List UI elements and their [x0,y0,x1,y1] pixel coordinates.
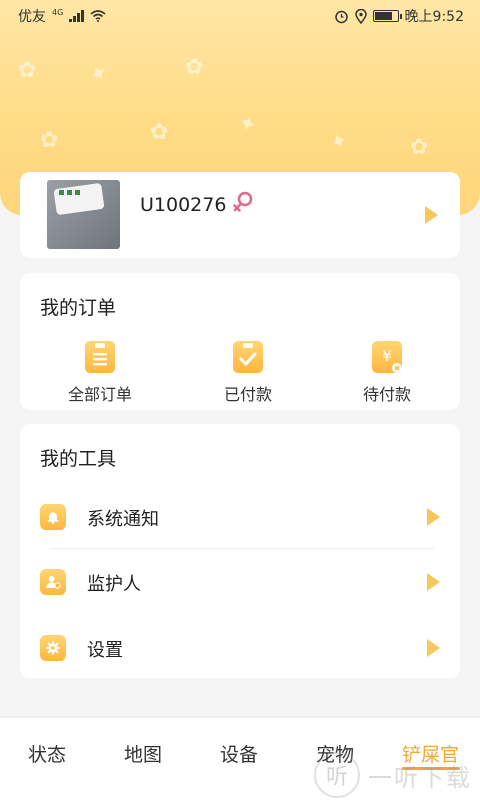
order-paid-button[interactable]: 已付款 [188,341,308,405]
paw-decoration-icon: ✿ [185,55,204,80]
order-all-button[interactable]: 全部订单 [40,341,160,405]
chevron-right-icon [427,573,440,591]
status-bar: 优友 4G 晚上9:52 [0,0,480,32]
nav-tab-status[interactable]: 状态 [28,740,66,767]
bone-decoration-icon: ✦ [234,109,261,140]
chevron-right-icon [427,508,440,526]
chevron-right-icon[interactable] [425,206,438,224]
tool-label-notifications: 系统通知 [87,509,159,530]
clipboard-check-icon [233,341,263,373]
gear-icon [40,635,66,661]
bone-decoration-icon: ✦ [84,59,114,90]
clock-time: 晚上9:52 [404,9,464,25]
alarm-icon [334,10,348,23]
location-icon [354,8,367,24]
user-id: U100276 [140,194,227,216]
row-divider [50,548,434,549]
profile-card[interactable]: U100276 [20,172,460,258]
battery-icon [372,10,402,22]
carrier-name: 优友 [18,9,46,25]
tool-label-guardian: 监护人 [87,574,141,595]
female-icon [233,191,253,212]
orders-card: 我的订单 全部订单 已付款 ¥ 待付款 [20,273,460,410]
watermark-logo: 听 [314,752,360,798]
order-pending-label: 待付款 [362,385,411,404]
tools-card: 我的工具 系统通知 监护人 设置 [20,424,460,678]
tool-row-guardian[interactable]: 监护人 [20,552,460,612]
watermark: 听 一听下载 [314,752,472,798]
signal-icon [69,10,85,22]
network-type: 4G [52,7,64,17]
tools-title: 我的工具 [40,448,117,470]
tool-row-notifications[interactable]: 系统通知 [20,487,460,547]
device-photo [47,180,120,249]
clipboard-list-icon [85,341,115,373]
yuan-pending-icon: ¥ [372,341,402,373]
guardian-icon [40,569,66,595]
wifi-icon [90,10,106,22]
chevron-right-icon [427,639,440,657]
order-paid-label: 已付款 [223,385,272,404]
tool-label-settings: 设置 [87,640,123,661]
tool-row-settings[interactable]: 设置 [20,618,460,678]
bell-icon [40,504,66,530]
nav-tab-map[interactable]: 地图 [124,740,162,767]
watermark-text: 一听下载 [368,763,472,792]
paw-decoration-icon: ✿ [40,128,59,153]
paw-decoration-icon: ✿ [410,135,429,160]
bone-decoration-icon: ✦ [326,127,353,158]
orders-title: 我的订单 [40,297,117,319]
order-all-label: 全部订单 [67,385,132,404]
nav-tab-device[interactable]: 设备 [220,740,258,767]
svg-text:¥: ¥ [382,347,392,365]
paw-decoration-icon: ✿ [150,120,169,145]
order-pending-button[interactable]: ¥ 待付款 [327,341,447,405]
paw-decoration-icon: ✿ [18,58,37,83]
